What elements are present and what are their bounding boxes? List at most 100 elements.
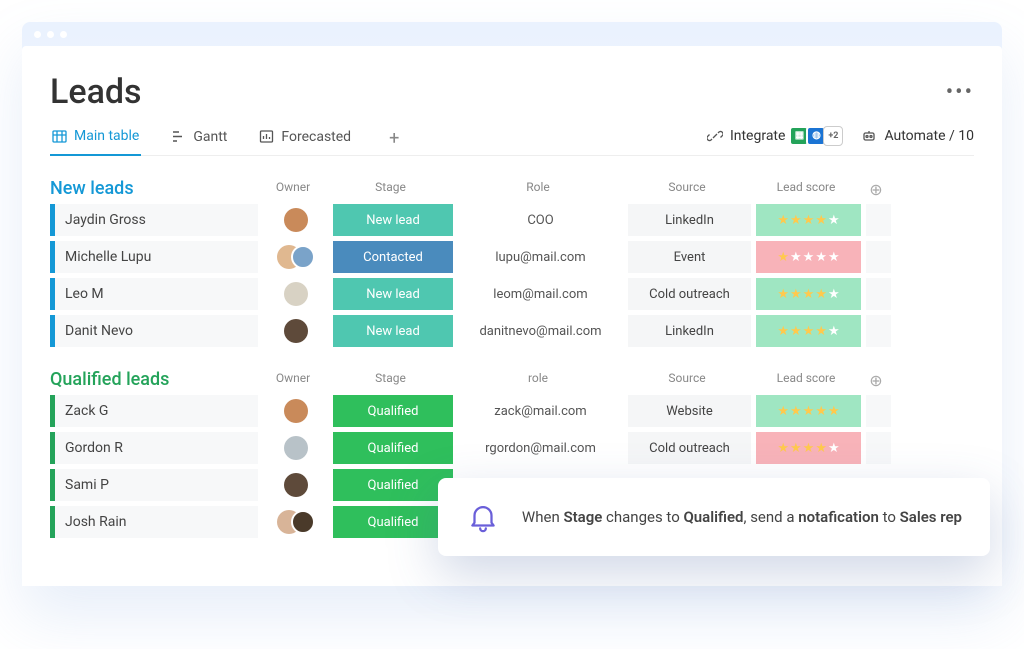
add-column-button[interactable]: ⊕ <box>861 371 891 390</box>
chart-icon <box>259 129 274 144</box>
lead-score-cell[interactable]: ★★★★★ <box>756 315 861 347</box>
star-icon: ★ <box>803 442 815 455</box>
star-icon: ★ <box>777 251 789 264</box>
integrate-label: Integrate <box>730 128 786 144</box>
lead-name-cell[interactable]: Leo M <box>50 278 258 310</box>
source-cell[interactable]: Event <box>628 241 751 273</box>
board-menu-button[interactable]: ••• <box>946 80 974 105</box>
integrate-button[interactable]: Integrate ▦ ◍ +2 <box>707 126 844 146</box>
view-tab-label: Forecasted <box>281 129 351 145</box>
star-icon: ★ <box>790 325 802 338</box>
star-icon: ★ <box>828 214 840 227</box>
view-tab-gantt[interactable]: Gantt <box>169 123 229 155</box>
table-row[interactable]: Leo MNew leadleom@mail.comCold outreach★… <box>50 278 974 310</box>
lead-name-cell[interactable]: Sami P <box>50 469 258 501</box>
lead-score-cell[interactable]: ★★★★★ <box>756 241 861 273</box>
column-header[interactable]: Owner <box>258 180 328 199</box>
stage-cell[interactable]: New lead <box>333 315 453 347</box>
lead-name-cell[interactable]: Gordon R <box>50 432 258 464</box>
stage-cell[interactable]: Qualified <box>333 469 453 501</box>
column-header[interactable]: role <box>453 371 623 390</box>
lead-name-cell[interactable]: Josh Rain <box>50 506 258 538</box>
automation-notification-card: When Stage changes to Qualified, send a … <box>438 478 990 556</box>
view-tab-label: Gantt <box>193 129 227 145</box>
table-row[interactable]: Michelle Lupu Contactedlupu@mail.comEvent… <box>50 241 974 273</box>
source-cell[interactable]: LinkedIn <box>628 204 751 236</box>
star-icon: ★ <box>777 405 789 418</box>
column-header[interactable]: Lead score <box>751 180 861 199</box>
table-row[interactable]: Danit Nevo New leaddanitnevo@mail.comLink… <box>50 315 974 347</box>
owner-cell[interactable] <box>263 506 328 538</box>
star-icon: ★ <box>828 442 840 455</box>
star-icon: ★ <box>790 288 802 301</box>
star-icon: ★ <box>815 442 827 455</box>
lead-name-cell[interactable]: Danit Nevo <box>50 315 258 347</box>
star-icon: ★ <box>828 288 840 301</box>
page-title: Leads <box>50 72 142 112</box>
star-icon: ★ <box>803 405 815 418</box>
column-header[interactable]: Source <box>623 180 751 199</box>
avatar <box>284 436 308 460</box>
owner-cell[interactable] <box>263 432 328 464</box>
column-header[interactable]: Role <box>453 180 623 199</box>
stage-cell[interactable]: New lead <box>333 204 453 236</box>
lead-score-cell[interactable]: ★★★★★ <box>756 278 861 310</box>
lead-name-cell[interactable]: Michelle Lupu <box>50 241 258 273</box>
role-cell[interactable]: COO <box>458 204 623 236</box>
role-cell[interactable]: rgordon@mail.com <box>458 432 623 464</box>
source-cell[interactable]: LinkedIn <box>628 315 751 347</box>
source-cell[interactable]: Website <box>628 395 751 427</box>
table-row[interactable]: Zack GQualifiedzack@mail.comWebsite★★★★★ <box>50 395 974 427</box>
stage-cell[interactable]: Qualified <box>333 395 453 427</box>
table-row[interactable]: Jaydin Gross New leadCOOLinkedIn★★★★★ <box>50 204 974 236</box>
automate-button[interactable]: Automate / 10 <box>861 128 974 144</box>
add-view-button[interactable]: + <box>381 128 407 149</box>
lead-score-cell[interactable]: ★★★★★ <box>756 395 861 427</box>
owner-cell[interactable] <box>263 315 328 347</box>
owner-cell[interactable] <box>263 241 328 273</box>
role-cell[interactable]: danitnevo@mail.com <box>458 315 623 347</box>
column-header[interactable]: Lead score <box>751 371 861 390</box>
stage-cell[interactable]: Qualified <box>333 432 453 464</box>
column-header[interactable]: Stage <box>328 180 453 199</box>
view-tab-main-table[interactable]: Main table <box>50 122 141 156</box>
owner-cell[interactable] <box>263 469 328 501</box>
chrome-dot <box>60 31 67 38</box>
group-title[interactable]: Qualified leads <box>50 369 258 390</box>
avatar <box>291 245 315 269</box>
integration-more-chip: +2 <box>823 126 843 146</box>
empty-cell <box>866 204 891 236</box>
column-header[interactable]: Source <box>623 371 751 390</box>
table-row[interactable]: Gordon R Qualifiedrgordon@mail.comCold ou… <box>50 432 974 464</box>
owner-cell[interactable] <box>263 204 328 236</box>
column-header[interactable]: Owner <box>258 371 328 390</box>
automate-label: Automate / 10 <box>884 128 974 144</box>
group-new-leads: New leadsOwnerStageRoleSourceLead score⊕… <box>50 178 974 347</box>
lead-name-cell[interactable]: Jaydin Gross <box>50 204 258 236</box>
stage-cell[interactable]: Qualified <box>333 506 453 538</box>
star-icon: ★ <box>777 325 789 338</box>
source-cell[interactable]: Cold outreach <box>628 278 751 310</box>
role-cell[interactable]: zack@mail.com <box>458 395 623 427</box>
star-icon: ★ <box>803 288 815 301</box>
add-column-button[interactable]: ⊕ <box>861 180 891 199</box>
lead-score-cell[interactable]: ★★★★★ <box>756 204 861 236</box>
stage-cell[interactable]: Contacted <box>333 241 453 273</box>
stage-cell[interactable]: New lead <box>333 278 453 310</box>
star-icon: ★ <box>777 288 789 301</box>
star-icon: ★ <box>790 442 802 455</box>
role-cell[interactable]: lupu@mail.com <box>458 241 623 273</box>
group-title[interactable]: New leads <box>50 178 258 199</box>
empty-cell <box>866 432 891 464</box>
view-bar: Main table Gantt Forecasted + Integrate ▦ ◍… <box>50 122 974 156</box>
role-cell[interactable]: leom@mail.com <box>458 278 623 310</box>
view-tab-forecasted[interactable]: Forecasted <box>257 123 353 155</box>
source-cell[interactable]: Cold outreach <box>628 432 751 464</box>
owner-cell[interactable] <box>263 395 328 427</box>
lead-score-cell[interactable]: ★★★★★ <box>756 432 861 464</box>
column-header[interactable]: Stage <box>328 371 453 390</box>
star-icon: ★ <box>828 251 840 264</box>
star-icon: ★ <box>803 325 815 338</box>
owner-cell[interactable] <box>263 278 328 310</box>
lead-name-cell[interactable]: Zack G <box>50 395 258 427</box>
